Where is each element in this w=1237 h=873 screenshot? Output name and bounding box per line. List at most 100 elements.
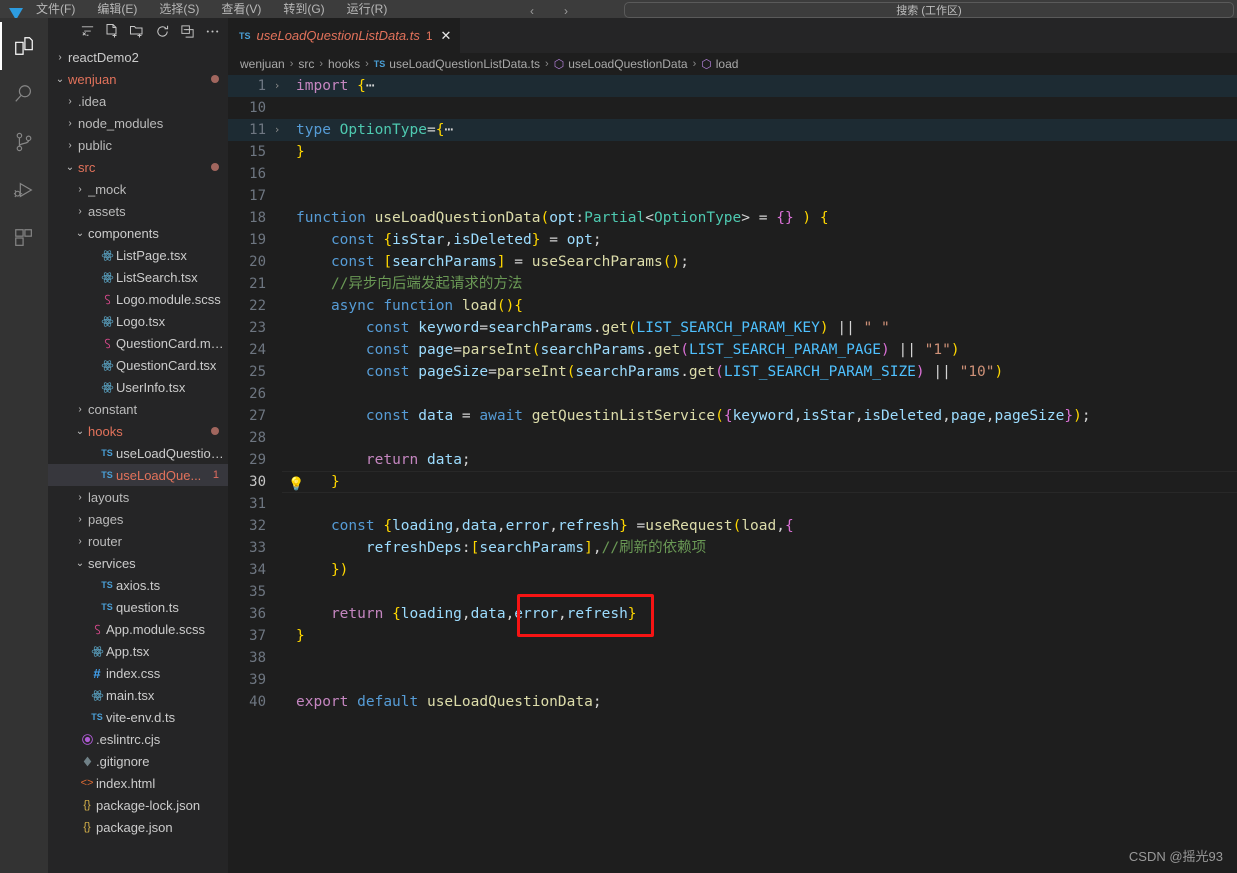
tree-item-services[interactable]: ⌄ services (48, 552, 228, 574)
breadcrumb-item-hooks[interactable]: hooks (328, 57, 360, 71)
tree-item-package-lock-json[interactable]: {} package-lock.json (48, 794, 228, 816)
code-line[interactable]: 16 (228, 163, 1237, 185)
code-line[interactable]: 35 (228, 581, 1237, 603)
tree-item-package-json[interactable]: {} package.json (48, 816, 228, 838)
code-line[interactable]: 10 (228, 97, 1237, 119)
breadcrumb-item-src[interactable]: src (298, 57, 314, 71)
menu-item-file[interactable]: 文件(F) (36, 0, 75, 18)
code-line[interactable]: 15} (228, 141, 1237, 163)
tree-item-node-modules[interactable]: › node_modules (48, 112, 228, 134)
chevron-right-icon[interactable]: › (62, 96, 78, 107)
chevron-right-icon[interactable]: › (62, 140, 78, 151)
breadcrumb[interactable]: wenjuan › src › hooks › TS useLoadQuestionListD… (228, 53, 1237, 75)
tree-item-axios-ts[interactable]: TS axios.ts (48, 574, 228, 596)
tree-item-assets[interactable]: › assets (48, 200, 228, 222)
code-line[interactable]: 24 const page=parseInt(searchParams.get(… (228, 339, 1237, 361)
tree-item-question-ts[interactable]: TS question.ts (48, 596, 228, 618)
code-line[interactable]: 18 function useLoadQuestionData(opt:Parti… (228, 207, 1237, 229)
code-line[interactable]: 20 const [searchParams] = useSearchParam… (228, 251, 1237, 273)
code-line[interactable]: 30 💡 } (228, 471, 1237, 493)
chevron-right-icon[interactable]: › (72, 404, 88, 415)
code-lines[interactable]: 1 › import {⋯ 10 11 › type OptionType={⋯ 15} 16 1… (228, 75, 1237, 713)
activity-item-search[interactable] (0, 70, 48, 118)
tree-item-logo-tsx[interactable]: Logo.tsx (48, 310, 228, 332)
chevron-down-icon[interactable]: ⌄ (72, 558, 88, 569)
new-file-icon[interactable] (104, 23, 120, 39)
code-line[interactable]: 23 const keyword=searchParams.get(LIST_S… (228, 317, 1237, 339)
code-line[interactable]: 32 const {loading,data,error,refresh} =u… (228, 515, 1237, 537)
tree-item-app-tsx[interactable]: App.tsx (48, 640, 228, 662)
tree-item-listsearch-tsx[interactable]: ListSearch.tsx (48, 266, 228, 288)
breadcrumb-item-useloadquestionlistdata-ts[interactable]: TS useLoadQuestionListData.ts (374, 57, 540, 71)
chevron-right-icon[interactable]: › (62, 118, 78, 129)
navigation-arrows[interactable]: ‹ › (530, 4, 568, 18)
code-line[interactable]: 39 (228, 669, 1237, 691)
chevron-right-icon[interactable]: › (72, 492, 88, 503)
chevron-down-icon[interactable]: ⌄ (62, 162, 78, 173)
tree-item-index-css[interactable]: # index.css (48, 662, 228, 684)
more-actions-icon[interactable] (204, 23, 220, 39)
refresh-icon[interactable] (154, 23, 170, 39)
code-line[interactable]: 19 const {isStar,isDeleted} = opt; (228, 229, 1237, 251)
activity-item-explorer[interactable] (0, 22, 48, 70)
code-line[interactable]: 31 (228, 493, 1237, 515)
code-line[interactable]: 40 export default useLoadQuestionData; (228, 691, 1237, 713)
breadcrumb-item-load[interactable]: ⬡ load (701, 57, 738, 71)
tree-item-src[interactable]: ⌄ src (48, 156, 228, 178)
chevron-down-icon[interactable]: ⌄ (72, 426, 88, 437)
tree-item-index-html[interactable]: <> index.html (48, 772, 228, 794)
tree-item-public[interactable]: › public (48, 134, 228, 156)
code-line[interactable]: 38 (228, 647, 1237, 669)
tree-item-hooks[interactable]: ⌄ hooks (48, 420, 228, 442)
tree-item-pages[interactable]: › pages (48, 508, 228, 530)
code-line[interactable]: 25 const pageSize=parseInt(searchParams.… (228, 361, 1237, 383)
activity-item-run-debug[interactable] (0, 166, 48, 214)
code-line[interactable]: 26 (228, 383, 1237, 405)
menu-item-select[interactable]: 选择(S) (159, 0, 199, 18)
code-line[interactable]: 1 › import {⋯ (228, 75, 1237, 97)
back-arrow-icon[interactable]: ‹ (530, 4, 534, 18)
editor-tab-useloadquestionlistdata[interactable]: TS useLoadQuestionListData.ts 1 ✕ (228, 18, 462, 53)
tree-item-wenjuan[interactable]: ⌄ wenjuan (48, 68, 228, 90)
command-center[interactable]: 搜索 (工作区) (624, 2, 1234, 18)
tree-item-useloadquestion[interactable]: TS useLoadQuestion... (48, 442, 228, 464)
tree-item-listpage-tsx[interactable]: ListPage.tsx (48, 244, 228, 266)
close-icon[interactable]: ✕ (441, 29, 452, 42)
breadcrumb-item-useloadquestiondata[interactable]: ⬡ useLoadQuestionData (554, 57, 688, 71)
code-line[interactable]: 36 return {loading,data,error,refresh} (228, 603, 1237, 625)
code-line[interactable]: 28 (228, 427, 1237, 449)
code-line[interactable]: 22 async function load(){ (228, 295, 1237, 317)
tree-item-logo-module-scss[interactable]: Logo.module.scss (48, 288, 228, 310)
new-folder-icon[interactable] (129, 23, 145, 39)
chevron-right-icon[interactable]: › (52, 52, 68, 63)
chevron-right-icon[interactable]: › (72, 206, 88, 217)
tree-item-questioncard-tsx[interactable]: QuestionCard.tsx (48, 354, 228, 376)
breadcrumb-item-wenjuan[interactable]: wenjuan (240, 57, 285, 71)
chevron-right-icon[interactable]: › (72, 536, 88, 547)
tree-item-constant[interactable]: › constant (48, 398, 228, 420)
code-line[interactable]: 11 › type OptionType={⋯ (228, 119, 1237, 141)
tree-item-vite-env-d-ts[interactable]: TS vite-env.d.ts (48, 706, 228, 728)
tree-item-components[interactable]: ⌄ components (48, 222, 228, 244)
tree-item-app-module-scss[interactable]: App.module.scss (48, 618, 228, 640)
activity-item-extensions[interactable] (0, 214, 48, 262)
tree-item-questioncard-mo[interactable]: QuestionCard.mo... (48, 332, 228, 354)
menu-item-edit[interactable]: 编辑(E) (97, 0, 137, 18)
file-tree[interactable]: › reactDemo2 ⌄ wenjuan › .idea › node_modules › p… (48, 44, 228, 873)
menu-item-view[interactable]: 查看(V) (221, 0, 261, 18)
chevron-right-icon[interactable]: › (72, 184, 88, 195)
chevron-right-icon[interactable]: › (72, 514, 88, 525)
menu-item-goto[interactable]: 转到(G) (283, 0, 324, 18)
code-line[interactable]: 34 }) (228, 559, 1237, 581)
activity-item-source-control[interactable] (0, 118, 48, 166)
fold-chevron-icon[interactable]: › (270, 119, 284, 141)
tree-item-layouts[interactable]: › layouts (48, 486, 228, 508)
forward-arrow-icon[interactable]: › (564, 4, 568, 18)
tree-item-useloadque[interactable]: TS useLoadQue... 1 (48, 464, 228, 486)
code-line[interactable]: 21 //异步向后端发起请求的方法 (228, 273, 1237, 295)
code-line[interactable]: 17 (228, 185, 1237, 207)
tree-item-reactdemo2[interactable]: › reactDemo2 (48, 46, 228, 68)
collapse-all-icon[interactable] (179, 23, 195, 39)
tree-item-gitignore[interactable]: .gitignore (48, 750, 228, 772)
code-editor[interactable]: 1 › import {⋯ 10 11 › type OptionType={⋯ 15} 16 1… (228, 75, 1237, 873)
